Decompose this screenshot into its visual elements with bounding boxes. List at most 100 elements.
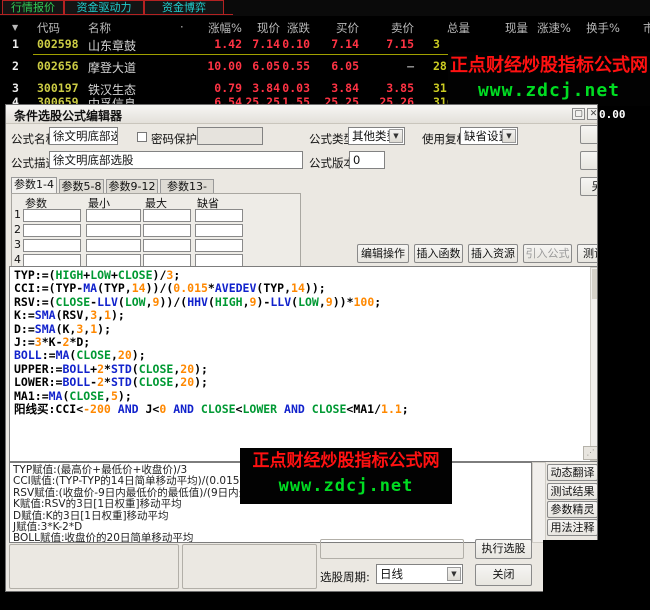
column-header-0[interactable]: ▼ <box>12 23 18 32</box>
column-header-7[interactable]: 买价 <box>336 20 359 36</box>
column-header-11[interactable]: 涨速% <box>537 20 571 36</box>
market-tab-1[interactable]: 资金驱动力 <box>64 0 144 15</box>
toolbar-button-1[interactable]: 插入函数 <box>414 244 463 263</box>
stock-row-2-code[interactable]: 300197 <box>37 81 79 95</box>
stock-row-2-num[interactable]: 3 <box>12 81 19 95</box>
save-as-button[interactable]: 另存为 <box>580 177 598 196</box>
stock-row-0-ask[interactable]: 7.15 <box>386 37 414 51</box>
column-header-13[interactable]: 市 <box>643 20 650 36</box>
column-header-12[interactable]: 换手% <box>586 20 620 36</box>
column-header-1[interactable]: 代码 <box>37 20 60 36</box>
stock-row-2-vol[interactable]: 31 <box>433 81 447 95</box>
column-header-6[interactable]: 涨跌 <box>287 20 310 36</box>
param-input-2-1[interactable] <box>86 224 141 237</box>
stock-row-1-vol[interactable]: 28 <box>433 59 447 73</box>
column-header-2[interactable]: 名称 <box>88 20 111 36</box>
watermark-top: 正点财经炒股指标公式网 www.zdcj.net <box>448 52 650 106</box>
formula-code-editor[interactable]: TYP:=(HIGH+LOW+CLOSE)/3;CCI:=(TYP-MA(TYP… <box>9 266 598 462</box>
stock-row-0-bid[interactable]: 7.14 <box>331 37 359 51</box>
toolbar-button-0[interactable]: 编辑操作 <box>357 244 409 263</box>
stock-row-2-ask[interactable]: 3.85 <box>386 81 414 95</box>
stock-row-2-price[interactable]: 3.84 <box>252 81 280 95</box>
execute-selection-button[interactable]: 执行选股 <box>475 539 532 559</box>
param-tab-0[interactable]: 参数1-4 <box>11 177 57 194</box>
stock-row-0-price[interactable]: 7.14 <box>252 37 280 51</box>
stock-row-1-pct[interactable]: 10.00 <box>207 59 242 73</box>
param-input-2-2[interactable] <box>143 224 191 237</box>
adjust-rights-dropdown[interactable]: 缺省设置 ▼ <box>460 127 518 145</box>
stock-row-2-chg[interactable]: 0.03 <box>282 81 310 95</box>
column-header-5[interactable]: 现价 <box>257 20 280 36</box>
formula-version-input[interactable]: 0 <box>349 151 385 169</box>
side-button-0[interactable]: 动态翻译 <box>547 464 598 481</box>
param-input-2-3[interactable] <box>195 224 243 237</box>
stock-row-1-name[interactable]: 摩登大道 <box>88 59 136 76</box>
param-input-2-0[interactable] <box>23 224 81 237</box>
formula-name-input[interactable]: 徐文明底部选 <box>49 127 118 145</box>
close-dialog-button[interactable]: 关闭 <box>475 564 532 586</box>
param-input-1-2[interactable] <box>143 209 191 222</box>
stock-row-0-vol[interactable]: 3 <box>433 37 440 51</box>
column-header-4[interactable]: 涨幅% <box>208 20 242 36</box>
stock-row-2-pct[interactable]: 0.79 <box>214 81 242 95</box>
code-scrollbar-thumb[interactable] <box>592 269 597 299</box>
password-protect-checkbox[interactable] <box>137 132 147 142</box>
chevron-down-icon[interactable]: ▼ <box>447 567 461 581</box>
formula-desc-input[interactable]: 徐文明底部选股 <box>49 151 303 169</box>
column-header-8[interactable]: 卖价 <box>391 20 414 36</box>
param-input-1-1[interactable] <box>86 209 141 222</box>
dialog-titlebar[interactable]: 条件选股公式编辑器 ▢ ✕ <box>6 105 597 124</box>
stock-row-0-pct[interactable]: 1.42 <box>214 37 242 51</box>
param-row-number-2: 2 <box>14 223 21 236</box>
stock-row-1-chg[interactable]: 0.55 <box>282 59 310 73</box>
code-line-5: D:=SMA(K,3,1); <box>10 323 597 336</box>
resize-grip-icon[interactable]: ⋰ <box>583 446 598 460</box>
market-tab-0[interactable]: 行情报价 <box>2 0 64 15</box>
bottom-panel-right <box>320 539 464 559</box>
param-tab-2[interactable]: 参数9-12 <box>106 179 158 194</box>
param-input-1-3[interactable] <box>195 209 243 222</box>
password-input[interactable] <box>197 127 263 145</box>
column-header-9[interactable]: 总量 <box>447 20 470 36</box>
stock-row-0-name[interactable]: 山东章鼓 <box>88 37 136 54</box>
formula-type-dropdown[interactable]: 其他类型 ▼ <box>348 127 405 145</box>
selection-period-value: 日线 <box>380 567 403 581</box>
param-tab-1[interactable]: 参数5-8 <box>59 179 104 194</box>
market-tabbar: 行情报价资金驱动力资金博弈 <box>0 0 650 16</box>
market-tab-2[interactable]: 资金博弈 <box>144 0 224 15</box>
param-input-1-0[interactable] <box>23 209 81 222</box>
close-icon[interactable]: ✕ <box>587 108 598 120</box>
stock-row-1-price[interactable]: 6.05 <box>252 59 280 73</box>
param-input-3-0[interactable] <box>23 239 81 252</box>
chevron-down-icon[interactable]: ▼ <box>502 129 516 143</box>
selection-period-dropdown[interactable]: 日线 ▼ <box>376 564 463 584</box>
stock-row-1-bid[interactable]: 6.05 <box>331 59 359 73</box>
stock-row-1-code[interactable]: 002656 <box>37 59 79 73</box>
maximize-icon[interactable]: ▢ <box>572 108 585 120</box>
stock-row-1-num[interactable]: 2 <box>12 59 19 73</box>
code-line-10: MA1:=MA(CLOSE,5); <box>10 390 597 403</box>
chevron-down-icon[interactable]: ▼ <box>389 129 403 143</box>
param-input-3-1[interactable] <box>86 239 141 252</box>
column-header-10[interactable]: 现量 <box>505 20 528 36</box>
code-scrollbar[interactable] <box>590 267 598 461</box>
toolbar-button-4[interactable]: 测试公式 <box>577 244 598 263</box>
param-input-3-2[interactable] <box>143 239 191 252</box>
translation-scrollbar[interactable] <box>532 462 546 543</box>
param-input-3-3[interactable] <box>195 239 243 252</box>
param-tab-3[interactable]: 参数13-16 <box>160 179 214 194</box>
stock-row-1-ask[interactable]: – <box>407 59 414 73</box>
stock-row-0-code[interactable]: 002598 <box>37 37 79 51</box>
watermark-middle: 正点财经炒股指标公式网 www.zdcj.net <box>240 448 452 504</box>
side-button-1[interactable]: 测试结果 <box>547 483 598 500</box>
ok-button[interactable]: 确定 <box>580 125 598 144</box>
side-button-2[interactable]: 参数精灵 <box>547 501 598 518</box>
stock-row-0-num[interactable]: 1 <box>12 37 19 51</box>
side-button-3[interactable]: 用法注释 <box>547 519 598 536</box>
toolbar-button-2[interactable]: 插入资源 <box>468 244 518 263</box>
column-header-3[interactable]: · <box>180 20 184 34</box>
stock-row-0-chg[interactable]: 0.10 <box>282 37 310 51</box>
cancel-button[interactable]: 取消 <box>580 151 598 170</box>
toolbar-button-3[interactable]: 引入公式 <box>523 244 572 263</box>
stock-row-2-bid[interactable]: 3.84 <box>331 81 359 95</box>
